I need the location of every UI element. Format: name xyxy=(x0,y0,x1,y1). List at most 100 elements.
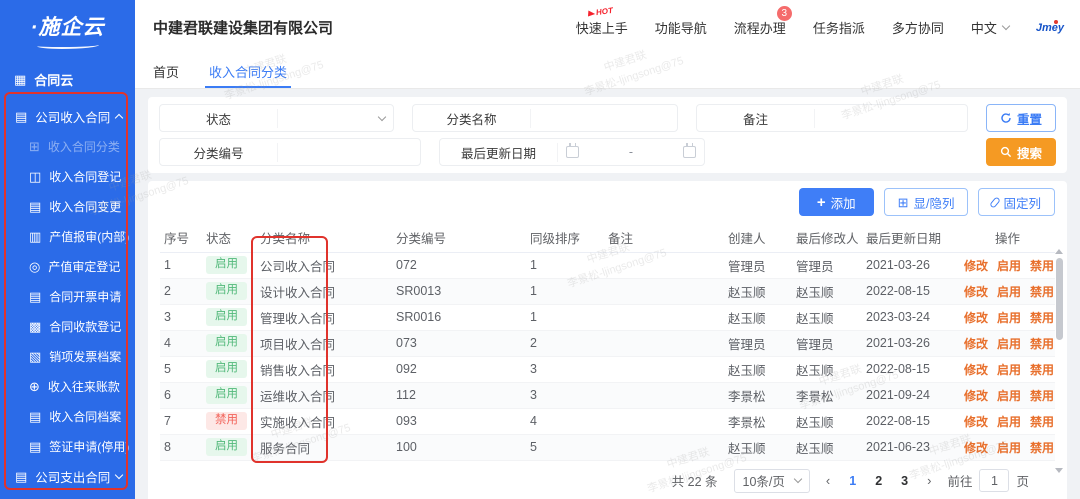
enable-action-link[interactable]: 启用 xyxy=(997,311,1021,325)
sidebar-item-output-report-internal[interactable]: ▥ 产值报审(内部) xyxy=(0,221,135,251)
add-button[interactable]: + 添加 xyxy=(799,188,874,216)
reset-button[interactable]: 重置 xyxy=(986,104,1056,132)
search-button[interactable]: 搜索 xyxy=(986,138,1056,166)
edit-action-link[interactable]: 修改 xyxy=(964,389,988,403)
register-book-icon: ◫ xyxy=(29,170,41,183)
cell-name: 服务合同 xyxy=(256,434,392,460)
scroll-up-icon[interactable] xyxy=(1055,249,1063,254)
disable-action-link[interactable]: 禁用 xyxy=(1030,259,1054,273)
page-3[interactable]: 3 xyxy=(901,474,908,488)
last-update-date-filter: 最后更新日期 - xyxy=(439,138,705,166)
enable-action-link[interactable]: 启用 xyxy=(997,415,1021,429)
cell-modifier: 赵玉顺 xyxy=(792,408,862,434)
sidebar-item-invoice-apply[interactable]: ▤ 合同开票申请 xyxy=(0,281,135,311)
table-row: 7禁用实施收入合同0934李景松赵玉顺2022-08-15修改启用禁用 xyxy=(160,408,1055,434)
sidebar-item-income-contract-change[interactable]: ▤ 收入合同变更 xyxy=(0,191,135,221)
disable-action-link[interactable]: 禁用 xyxy=(1030,441,1054,455)
sidebar-item-visa-apply-disabled[interactable]: ▤ 签证申请(停用) xyxy=(0,431,135,461)
coin-icon: ⊕ xyxy=(29,380,40,393)
disable-action-link[interactable]: 禁用 xyxy=(1030,415,1054,429)
table-row: 8启用服务合同1005赵玉顺赵玉顺2021-06-23修改启用禁用 xyxy=(160,434,1055,460)
sidebar-item-contract-cloud[interactable]: ▦ 合同云 xyxy=(0,65,135,93)
sidebar-item-income-contract-archive[interactable]: ▤ 收入合同档案 xyxy=(0,401,135,431)
sidebar-group-company-income-contract[interactable]: ▤ 公司收入合同 xyxy=(0,101,135,131)
status-badge: 启用 xyxy=(206,386,247,405)
edit-action-link[interactable]: 修改 xyxy=(964,311,988,325)
chevron-down-icon xyxy=(794,475,802,483)
language-selector[interactable]: 中文 xyxy=(971,18,1009,37)
edit-action-link[interactable]: 修改 xyxy=(964,415,988,429)
sidebar-item-output-invoice-archive[interactable]: ▧ 销项发票档案 xyxy=(0,341,135,371)
enable-action-link[interactable]: 启用 xyxy=(997,389,1021,403)
disable-action-link[interactable]: 禁用 xyxy=(1030,389,1054,403)
status-select[interactable] xyxy=(278,105,393,131)
page-size-select[interactable]: 10条/页 xyxy=(734,469,810,493)
cell-name: 项目收入合同 xyxy=(256,330,392,356)
sidebar-item-output-approval-register[interactable]: ◎ 产值审定登记 xyxy=(0,251,135,281)
pin-columns-button[interactable]: 固定列 xyxy=(978,188,1055,216)
sidebar-item-income-transactions[interactable]: ⊕ 收入往来账款 xyxy=(0,371,135,401)
enable-action-link[interactable]: 启用 xyxy=(997,363,1021,377)
edit-action-link[interactable]: 修改 xyxy=(964,285,988,299)
cell-creator: 李景松 xyxy=(724,408,792,434)
sidebar-item-payment-register[interactable]: ▩ 合同收款登记 xyxy=(0,311,135,341)
scrollbar-thumb[interactable] xyxy=(1056,258,1063,340)
prev-page-button[interactable]: ‹ xyxy=(826,473,830,488)
page-2[interactable]: 2 xyxy=(875,474,882,488)
table-scrollbar[interactable] xyxy=(1054,249,1064,473)
sidebar-item-income-contract-category[interactable]: ⊞ 收入合同分类 xyxy=(0,131,135,161)
edit-action-link[interactable]: 修改 xyxy=(964,441,988,455)
enable-action-link[interactable]: 启用 xyxy=(997,259,1021,273)
tab-home[interactable]: 首页 xyxy=(153,55,179,88)
page-1[interactable]: 1 xyxy=(849,474,856,488)
tab-income-contract-category[interactable]: 收入合同分类 xyxy=(209,55,287,88)
cell-code: 093 xyxy=(392,408,526,434)
enable-action-link[interactable]: 启用 xyxy=(997,337,1021,351)
disable-action-link[interactable]: 禁用 xyxy=(1030,363,1054,377)
scroll-down-icon[interactable] xyxy=(1055,468,1063,473)
calendar-icon[interactable] xyxy=(683,146,696,158)
cell-remark xyxy=(604,408,724,434)
edit-action-link[interactable]: 修改 xyxy=(964,259,988,273)
remark-input[interactable] xyxy=(823,105,984,131)
edit-action-link[interactable]: 修改 xyxy=(964,363,988,377)
cell-updated: 2023-03-24 xyxy=(862,304,960,330)
table-row: 2启用设计收入合同SR00131赵玉顺赵玉顺2022-08-15修改启用禁用 xyxy=(160,278,1055,304)
cell-updated: 2021-03-26 xyxy=(862,252,960,278)
category-code-filter: 分类编号 0/32 xyxy=(159,138,421,166)
sidebar-item-income-contract-register[interactable]: ◫ 收入合同登记 xyxy=(0,161,135,191)
cell-order: 3 xyxy=(526,356,604,382)
cell-name: 公司收入合同 xyxy=(256,252,392,278)
cell-modifier: 李景松 xyxy=(792,382,862,408)
calendar-icon[interactable] xyxy=(566,146,579,158)
enable-action-link[interactable]: 启用 xyxy=(997,285,1021,299)
sidebar-group-company-expense-contract[interactable]: ▤ 公司支出合同 xyxy=(0,461,135,491)
disable-action-link[interactable]: 禁用 xyxy=(1030,311,1054,325)
toggle-columns-button[interactable]: ⊞ 显/隐列 xyxy=(884,188,969,216)
next-page-button[interactable]: › xyxy=(927,473,931,488)
status-badge: 启用 xyxy=(206,308,247,327)
tab-bar: 首页 收入合同分类 xyxy=(135,55,1080,89)
nav-process-handling[interactable]: 3 流程办理 xyxy=(734,18,786,37)
app-logo: ·施企云 xyxy=(0,0,135,49)
nav-quick-start[interactable]: HOT 快速上手 xyxy=(576,18,628,37)
goto-page-input[interactable] xyxy=(979,469,1009,492)
category-name-input[interactable] xyxy=(539,105,700,131)
edit-action-link[interactable]: 修改 xyxy=(964,337,988,351)
nav-task-assignment[interactable]: 任务指派 xyxy=(813,18,865,37)
enable-action-link[interactable]: 启用 xyxy=(997,441,1021,455)
chevron-up-icon xyxy=(115,114,123,122)
cell-remark xyxy=(604,304,724,330)
disable-action-link[interactable]: 禁用 xyxy=(1030,285,1054,299)
cell-remark xyxy=(604,330,724,356)
nav-feature-navigation[interactable]: 功能导航 xyxy=(655,18,707,37)
disable-action-link[interactable]: 禁用 xyxy=(1030,337,1054,351)
table-row: 1启用公司收入合同0721管理员管理员2021-03-26修改启用禁用 xyxy=(160,252,1055,278)
cell-name: 实施收入合同 xyxy=(256,408,392,434)
cell-updated: 2021-09-24 xyxy=(862,382,960,408)
category-code-input[interactable] xyxy=(286,139,447,165)
nav-multi-collaboration[interactable]: 多方协同 xyxy=(892,18,944,37)
chevron-down-icon xyxy=(115,471,123,479)
cell-order: 1 xyxy=(526,252,604,278)
cell-remark xyxy=(604,278,724,304)
